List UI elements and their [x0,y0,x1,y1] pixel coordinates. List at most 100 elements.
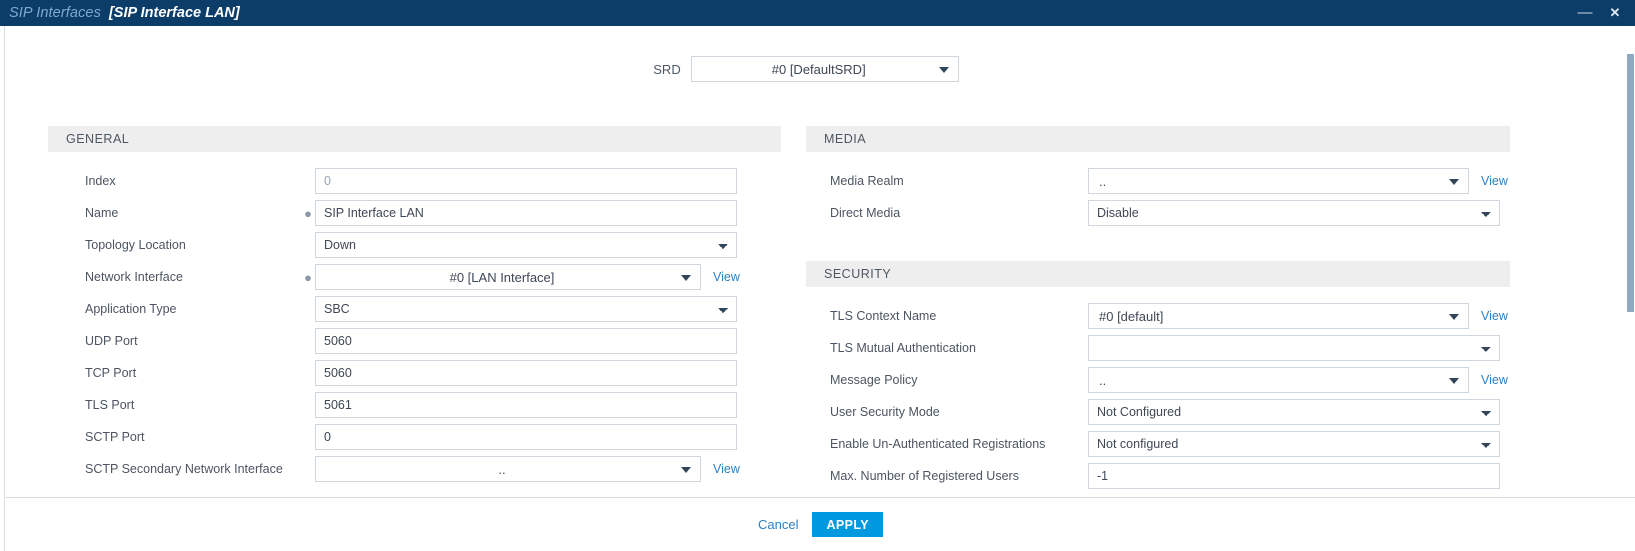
input-index [315,168,737,194]
marker-placeholder: ● [1074,406,1088,419]
dropdown-network-interface[interactable]: #0 [LAN Interface] [315,264,701,290]
form-row: TLS Context Name ● #0 [default] View [806,300,1510,332]
field-control: Down [315,232,737,258]
marker-placeholder: ● [301,431,315,444]
minimize-icon[interactable]: — [1577,4,1593,22]
select-direct-media[interactable]: Disable [1088,200,1500,226]
input-tcp-port[interactable] [315,360,737,386]
form-row: TCP Port ● [48,357,781,389]
close-icon[interactable]: ✕ [1607,4,1623,22]
marker-placeholder: ● [301,175,315,188]
cancel-button[interactable]: Cancel [758,517,798,532]
view-link[interactable]: View [1481,174,1508,188]
field-control [315,360,737,386]
vertical-scrollbar-track[interactable] [1626,26,1635,497]
field-control: #0 [default] [1088,303,1469,329]
marker-placeholder: ● [1074,374,1088,387]
field-label: TLS Port [85,398,135,412]
marker-placeholder: ● [301,335,315,348]
field-label: Media Realm [830,174,904,188]
form-row: Name ● [48,197,781,229]
view-link[interactable]: View [713,270,740,284]
form-row: Enable Un-Authenticated Registrations ●No… [806,428,1510,460]
field-label: Name [85,206,119,220]
select-enable-un-authenticated-registrations[interactable]: Not configured [1088,431,1500,457]
form-row: Message Policy ●.. View [806,364,1510,396]
dialog-footer: Cancel APPLY [6,497,1635,551]
required-marker-icon: ● [304,205,312,221]
field-control [1088,335,1500,361]
input-udp-port[interactable] [315,328,737,354]
field-label: Network Interface [85,270,183,284]
select-tls-mutual-authentication[interactable] [1088,335,1500,361]
input-sctp-port[interactable] [315,424,737,450]
form-row: SCTP Port ● [48,421,781,453]
security-section-title: SECURITY [824,267,892,281]
page-title: [SIP Interface LAN] [108,5,240,21]
field-label: Enable Un-Authenticated Registrations [830,437,1046,451]
field-control [315,328,737,354]
view-link[interactable]: View [1481,309,1508,323]
security-panel: SECURITY TLS Context Name ● #0 [default] Vi… [806,261,1510,492]
select-user-security-mode[interactable]: Not Configured [1088,399,1500,425]
form-row: UDP Port ● [48,325,781,357]
dropdown-value: #0 [default] [1099,308,1164,324]
select-application-type[interactable]: SBC [315,296,737,322]
srd-value: #0 [DefaultSRD] [771,61,866,77]
general-section-header: GENERAL [48,126,781,152]
field-control: SBC [315,296,737,322]
form-row: Max. Number of Registered Users ● [806,460,1510,492]
security-section-header: SECURITY [806,261,1510,287]
field-label: Index [85,174,116,188]
marker-placeholder: ● [1074,175,1088,188]
dropdown-value: .. [498,461,506,477]
general-section-title: GENERAL [66,132,130,146]
media-section-header: MEDIA [806,126,1510,152]
dropdown-value: .. [1099,372,1107,388]
dropdown-value: .. [1099,173,1107,189]
field-control: .. [1088,367,1469,393]
srd-select[interactable]: #0 [DefaultSRD] [690,56,959,82]
titlebar-actions: — ✕ [1577,4,1635,22]
security-rows: TLS Context Name ● #0 [default] View TLS Mut… [806,287,1510,492]
media-rows: Media Realm ●.. View Direct Media ●Disable [806,152,1510,229]
general-panel: GENERAL Index ● Name ● Topology Location●Dow… [48,126,781,485]
input-tls-port[interactable] [315,392,737,418]
dropdown-value: #0 [LAN Interface] [449,269,555,285]
select-topology-location[interactable]: Down [315,232,737,258]
form-row: Direct Media ●Disable [806,197,1510,229]
form-row: Index ● [48,165,781,197]
form-row: SCTP Secondary Network Interface ●.. View [48,453,781,485]
apply-button[interactable]: APPLY [812,512,883,537]
form-row: Media Realm ●.. View [806,165,1510,197]
breadcrumb: SIP Interfaces [9,5,101,21]
field-control [315,392,737,418]
chevron-down-icon [1449,179,1459,185]
form-row: Application Type ●SBC [48,293,781,325]
dropdown-tls-context-name[interactable]: #0 [default] [1088,303,1469,329]
field-label: TCP Port [85,366,137,380]
field-label: User Security Mode [830,405,940,419]
field-label: UDP Port [85,334,138,348]
marker-placeholder: ● [301,463,315,476]
form-row: TLS Port ● [48,389,781,421]
input-max-number-of-registered-users[interactable] [1088,463,1500,489]
vertical-scrollbar-thumb[interactable] [1627,54,1634,312]
input-name[interactable] [315,200,737,226]
marker-placeholder: ● [1074,438,1088,451]
dropdown-message-policy[interactable]: .. [1088,367,1469,393]
field-label: Direct Media [830,206,901,220]
form-row: Topology Location ●Down [48,229,781,261]
form-row: Network Interface ● #0 [LAN Interface] View [48,261,781,293]
general-rows: Index ● Name ● Topology Location●Down Network… [48,152,781,485]
field-control [315,168,737,194]
form-row: User Security Mode ●Not Configured [806,396,1510,428]
dropdown-media-realm[interactable]: .. [1088,168,1469,194]
form-row: TLS Mutual Authentication ● [806,332,1510,364]
view-link[interactable]: View [713,462,740,476]
dropdown-sctp-secondary-network-interface[interactable]: .. [315,456,701,482]
field-control: Not configured [1088,431,1500,457]
marker-placeholder: ● [301,367,315,380]
field-label: TLS Context Name [830,309,937,323]
view-link[interactable]: View [1481,373,1508,387]
